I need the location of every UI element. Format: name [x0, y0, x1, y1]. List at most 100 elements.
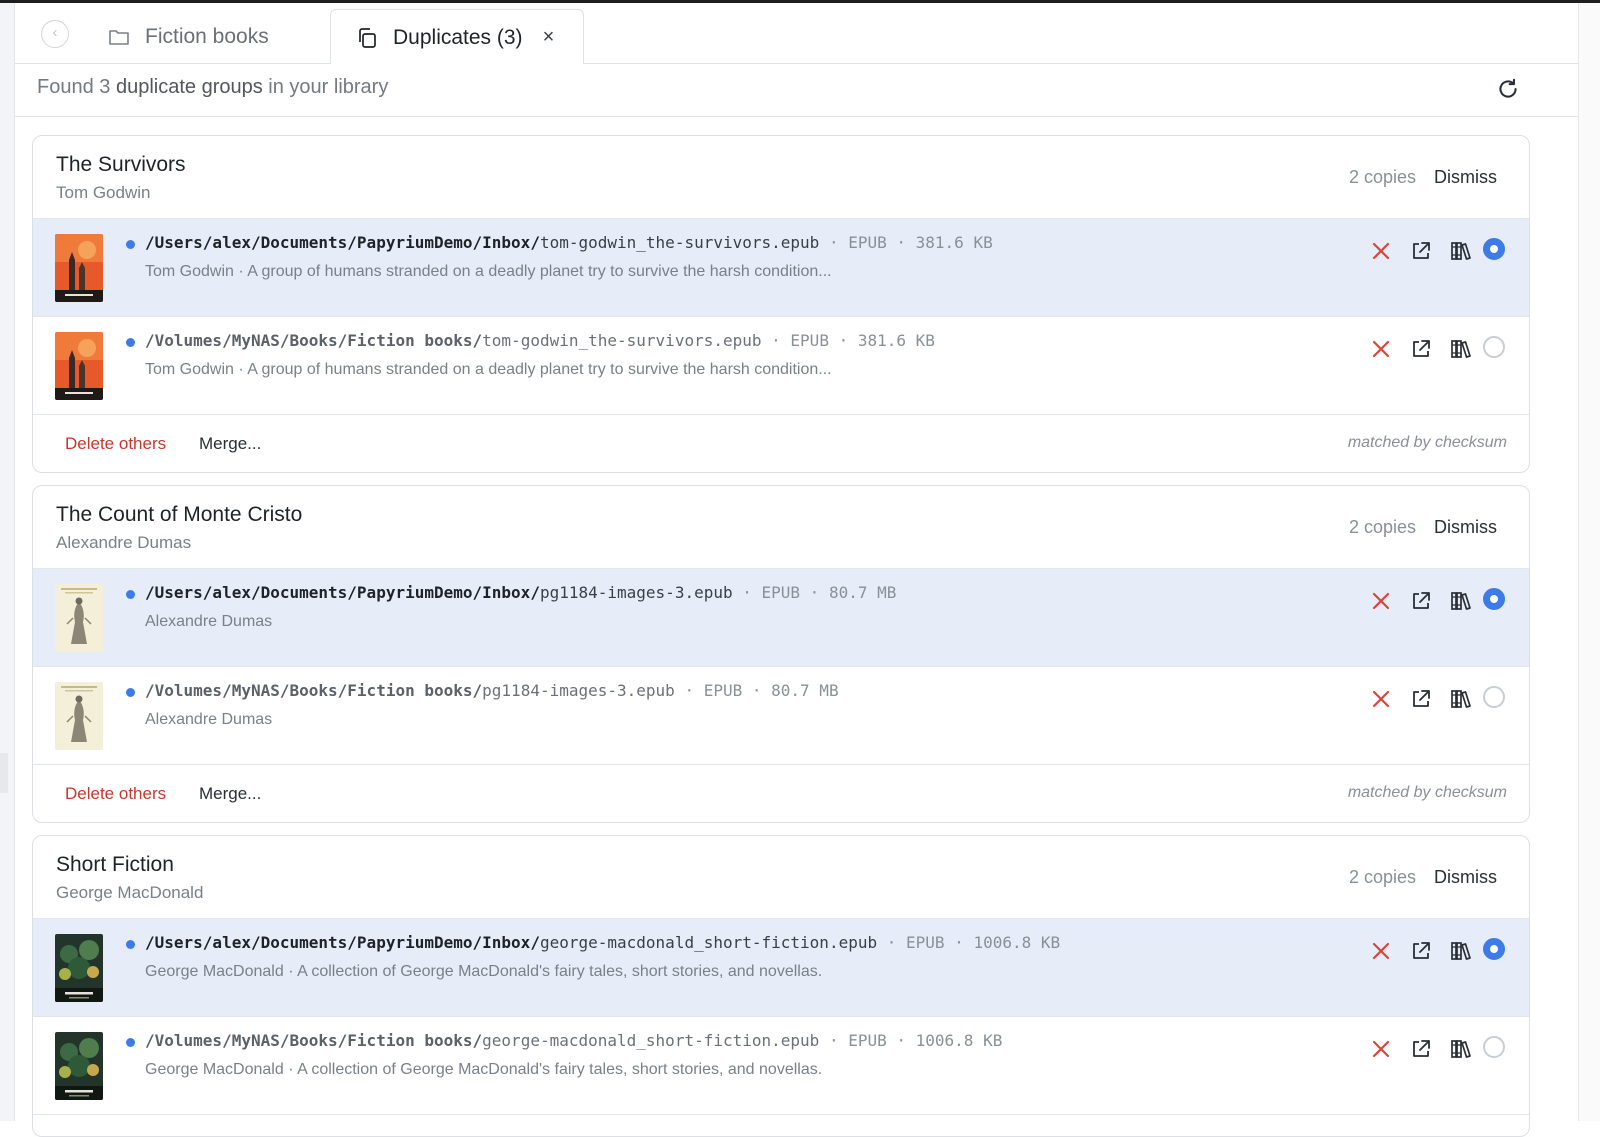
book-description: Tom Godwin · A group of humans stranded … — [145, 361, 832, 378]
book-cover — [55, 1032, 103, 1100]
copy-icon — [359, 27, 376, 48]
keep-radio[interactable] — [1483, 588, 1505, 610]
right-scroll-edge[interactable] — [1578, 3, 1600, 1121]
duplicate-row[interactable]: /Users/alex/Documents/PapyriumDemo/Inbox… — [33, 919, 1529, 1017]
book-cover — [55, 332, 103, 400]
library-icon[interactable] — [1449, 939, 1473, 963]
library-icon[interactable] — [1449, 337, 1473, 361]
group-footer: Delete others Merge... matched by checks… — [33, 415, 1529, 472]
file-path: /Users/alex/Documents/PapyriumDemo/Inbox… — [145, 933, 1060, 952]
book-description: George MacDonald · A collection of Georg… — [145, 1061, 823, 1078]
delete-others-button[interactable]: Delete others — [65, 784, 166, 804]
close-icon[interactable]: × — [543, 26, 555, 49]
library-icon[interactable] — [1449, 589, 1473, 613]
book-description: Alexandre Dumas — [145, 711, 273, 728]
delete-icon[interactable] — [1369, 939, 1393, 963]
book-cover — [55, 934, 103, 1002]
group-title: Short Fiction — [56, 853, 174, 876]
path-filename: george-macdonald_short-fiction.epub — [539, 933, 878, 952]
group-title: The Count of Monte Cristo — [56, 503, 303, 526]
file-path: /Volumes/MyNAS/Books/Fiction books/tom-g… — [145, 331, 935, 350]
group-header: Short Fiction George MacDonald 2 copies … — [33, 836, 1529, 919]
duplicate-row[interactable]: /Users/alex/Documents/PapyriumDemo/Inbox… — [33, 569, 1529, 667]
open-external-icon[interactable] — [1409, 1037, 1433, 1061]
status-dot — [126, 590, 135, 599]
status-dot — [126, 940, 135, 949]
keep-radio[interactable] — [1483, 1036, 1505, 1058]
sidebar-marker — [0, 753, 8, 793]
status-dot — [126, 688, 135, 697]
file-meta: · EPUB · 1006.8 KB — [819, 1031, 1003, 1050]
status-dot — [126, 1038, 135, 1047]
delete-icon[interactable] — [1369, 1037, 1393, 1061]
match-method: matched by checksum — [1347, 434, 1507, 451]
keep-radio[interactable] — [1483, 686, 1505, 708]
folder-icon — [109, 29, 129, 45]
path-directory: /Volumes/MyNAS/Books/Fiction books/ — [145, 331, 483, 350]
file-meta: · EPUB · 1006.8 KB — [877, 933, 1061, 952]
refresh-icon[interactable] — [1495, 76, 1521, 102]
tab-duplicates-label: Duplicates (3) — [393, 25, 523, 49]
file-path: /Users/alex/Documents/PapyriumDemo/Inbox… — [145, 583, 896, 602]
path-directory: /Users/alex/Documents/PapyriumDemo/Inbox… — [145, 583, 540, 602]
file-meta: · EPUB · 381.6 KB — [761, 331, 935, 350]
library-icon[interactable] — [1449, 687, 1473, 711]
match-method: matched by checksum — [1347, 784, 1507, 801]
book-cover — [55, 682, 103, 750]
keep-radio[interactable] — [1483, 938, 1505, 960]
group-header: The Survivors Tom Godwin 2 copies Dismis… — [33, 136, 1529, 219]
tab-duplicates[interactable]: Duplicates (3) × — [330, 9, 584, 66]
open-external-icon[interactable] — [1409, 337, 1433, 361]
merge-button[interactable]: Merge... — [199, 434, 261, 454]
open-external-icon[interactable] — [1409, 687, 1433, 711]
book-description: Tom Godwin · A group of humans stranded … — [145, 263, 832, 280]
summary-prefix: Found 3 — [37, 76, 116, 98]
left-sidebar-edge — [0, 3, 15, 1121]
summary-emphasis: duplicate groups — [115, 76, 263, 98]
group-header: The Count of Monte Cristo Alexandre Duma… — [33, 486, 1529, 569]
group-author: Tom Godwin — [56, 183, 151, 202]
duplicate-group-the-survivors: The Survivors Tom Godwin 2 copies Dismis… — [32, 135, 1530, 473]
path-filename: pg1184-images-3.epub — [482, 681, 675, 700]
path-filename: pg1184-images-3.epub — [539, 583, 733, 602]
file-path: /Users/alex/Documents/PapyriumDemo/Inbox… — [145, 233, 993, 252]
delete-icon[interactable] — [1369, 239, 1393, 263]
delete-others-button[interactable]: Delete others — [65, 434, 166, 454]
tab-fiction-books-label: Fiction books — [145, 24, 269, 48]
open-external-icon[interactable] — [1409, 589, 1433, 613]
chevron-left-icon: ‹ — [52, 24, 58, 41]
keep-radio[interactable] — [1483, 238, 1505, 260]
merge-button[interactable]: Merge... — [199, 784, 261, 804]
tab-bar: ‹ Fiction books Duplicates (3) × — [15, 3, 1578, 66]
duplicate-row[interactable]: /Volumes/MyNAS/Books/Fiction books/pg118… — [33, 667, 1529, 765]
tab-fiction-books[interactable]: Fiction books — [107, 9, 337, 64]
dismiss-button[interactable]: Dismiss — [1434, 867, 1497, 888]
path-filename: tom-godwin_the-survivors.epub — [482, 331, 762, 350]
library-icon[interactable] — [1449, 1037, 1473, 1061]
path-filename: george-macdonald_short-fiction.epub — [482, 1031, 820, 1050]
file-meta: · EPUB · 80.7 MB — [732, 583, 897, 602]
open-external-icon[interactable] — [1409, 239, 1433, 263]
book-description: Alexandre Dumas — [145, 613, 273, 630]
back-button[interactable]: ‹ — [41, 20, 69, 48]
book-cover — [55, 584, 103, 652]
open-external-icon[interactable] — [1409, 939, 1433, 963]
dismiss-button[interactable]: Dismiss — [1434, 517, 1497, 538]
dismiss-button[interactable]: Dismiss — [1434, 167, 1497, 188]
delete-icon[interactable] — [1369, 687, 1393, 711]
book-cover — [55, 234, 103, 302]
path-filename: tom-godwin_the-survivors.epub — [539, 233, 820, 252]
duplicate-row[interactable]: /Volumes/MyNAS/Books/Fiction books/tom-g… — [33, 317, 1529, 415]
keep-radio[interactable] — [1483, 336, 1505, 358]
duplicates-summary-bar: Found 3 duplicate groups in your library — [15, 64, 1578, 117]
path-directory: /Volumes/MyNAS/Books/Fiction books/ — [145, 681, 483, 700]
copies-count: 2 copies — [1348, 167, 1416, 187]
duplicate-row[interactable]: /Users/alex/Documents/PapyriumDemo/Inbox… — [33, 219, 1529, 317]
group-footer: Delete others Merge... matched by checks… — [33, 765, 1529, 822]
delete-icon[interactable] — [1369, 589, 1393, 613]
path-directory: /Users/alex/Documents/PapyriumDemo/Inbox… — [145, 233, 540, 252]
library-icon[interactable] — [1449, 239, 1473, 263]
summary-suffix: in your library — [262, 76, 389, 98]
duplicate-row[interactable]: /Volumes/MyNAS/Books/Fiction books/georg… — [33, 1017, 1529, 1115]
delete-icon[interactable] — [1369, 337, 1393, 361]
